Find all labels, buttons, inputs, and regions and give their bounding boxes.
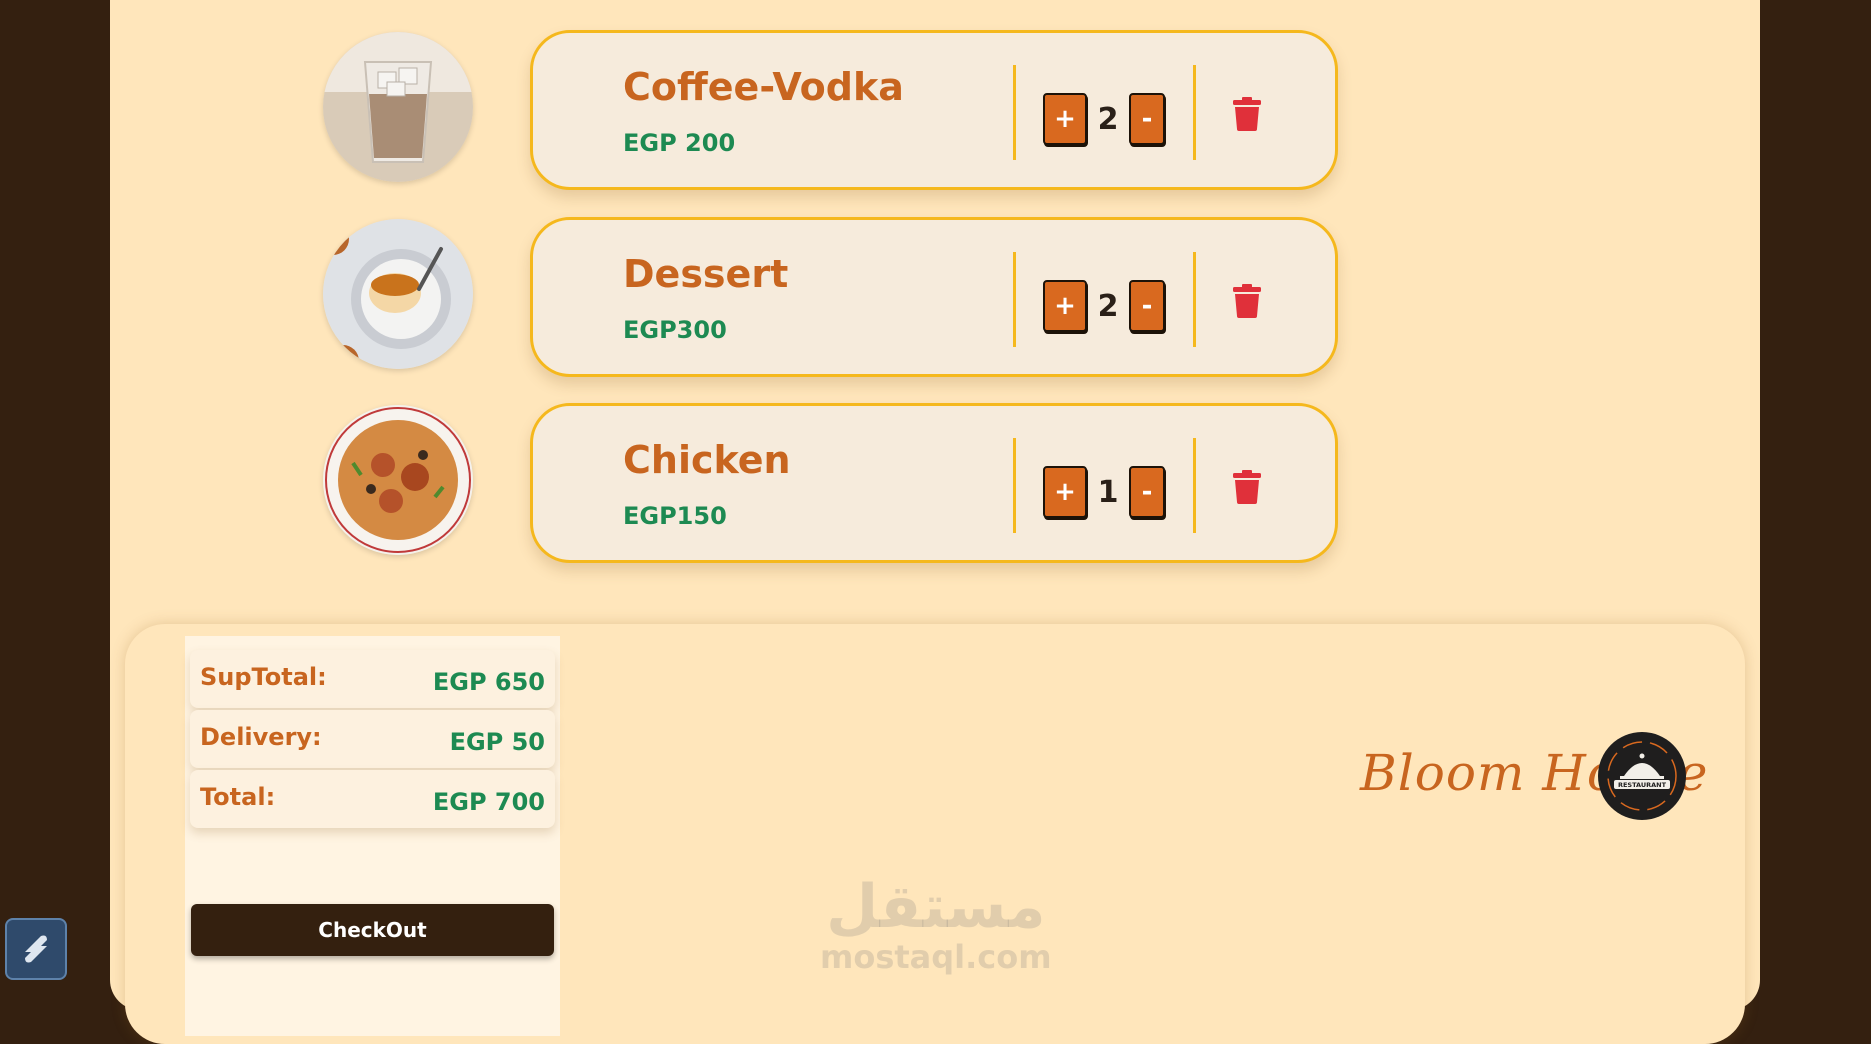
cart-item: Chicken EGP150 + 1 -	[110, 403, 1760, 565]
total-label: Total:	[200, 783, 276, 811]
item-image-dessert	[323, 219, 473, 369]
restaurant-logo-icon: RESTAURANT	[1598, 732, 1686, 820]
decrease-button[interactable]: -	[1129, 280, 1165, 332]
divider	[1013, 65, 1016, 160]
item-image-coffee-vodka	[323, 32, 473, 182]
item-price: EGP 200	[623, 129, 736, 157]
watermark-latin: mostaql.com	[820, 938, 1052, 976]
increase-button[interactable]: +	[1043, 466, 1087, 518]
item-card: Coffee-Vodka EGP 200 + 2 -	[530, 30, 1338, 190]
quantity-value: 1	[1097, 474, 1119, 510]
divider	[1193, 438, 1196, 533]
item-image-chicken	[323, 405, 473, 555]
decrease-button[interactable]: -	[1129, 466, 1165, 518]
subtotal-label: SupTotal:	[200, 663, 327, 691]
divider	[1193, 252, 1196, 347]
trash-icon[interactable]	[1233, 470, 1261, 504]
increase-button[interactable]: +	[1043, 93, 1087, 145]
quantity-value: 2	[1097, 288, 1119, 324]
item-name: Chicken	[623, 438, 791, 482]
cart-page: Coffee-Vodka EGP 200 + 2 - Dessert EGP30…	[110, 0, 1760, 1044]
floating-app-button[interactable]	[5, 918, 67, 980]
subtotal-row: SupTotal: EGP 650	[190, 650, 555, 708]
item-price: EGP150	[623, 502, 727, 530]
increase-button[interactable]: +	[1043, 280, 1087, 332]
divider	[1013, 252, 1016, 347]
order-summary: SupTotal: EGP 650 Delivery: EGP 50 Total…	[185, 636, 560, 1036]
quantity-stepper: + 2 -	[1043, 280, 1165, 332]
total-value: EGP 700	[432, 788, 545, 816]
subtotal-value: EGP 650	[432, 668, 545, 696]
decrease-button[interactable]: -	[1129, 93, 1165, 145]
watermark: مستقل mostaql.com	[820, 875, 1052, 975]
item-card: Dessert EGP300 + 2 -	[530, 217, 1338, 377]
cart-item: Coffee-Vodka EGP 200 + 2 -	[110, 30, 1760, 192]
total-row: Total: EGP 700	[190, 770, 555, 828]
delivery-row: Delivery: EGP 50	[190, 710, 555, 768]
trash-icon[interactable]	[1233, 284, 1261, 318]
item-name: Dessert	[623, 252, 789, 296]
cart-item: Dessert EGP300 + 2 -	[110, 217, 1760, 379]
item-name: Coffee-Vodka	[623, 65, 904, 109]
delivery-label: Delivery:	[200, 723, 322, 751]
item-card: Chicken EGP150 + 1 -	[530, 403, 1338, 563]
checkout-button[interactable]: CheckOut	[191, 904, 554, 956]
item-price: EGP300	[623, 316, 727, 344]
quantity-stepper: + 2 -	[1043, 93, 1165, 145]
logo-text: RESTAURANT	[1618, 781, 1667, 789]
watermark-arabic: مستقل	[826, 872, 1046, 942]
delivery-value: EGP 50	[449, 728, 545, 756]
quantity-stepper: + 1 -	[1043, 466, 1165, 518]
quantity-value: 2	[1097, 101, 1119, 137]
app-logo-icon	[25, 935, 47, 963]
divider	[1193, 65, 1196, 160]
checkout-panel: SupTotal: EGP 650 Delivery: EGP 50 Total…	[125, 624, 1745, 1044]
trash-icon[interactable]	[1233, 97, 1261, 131]
divider	[1013, 438, 1016, 533]
